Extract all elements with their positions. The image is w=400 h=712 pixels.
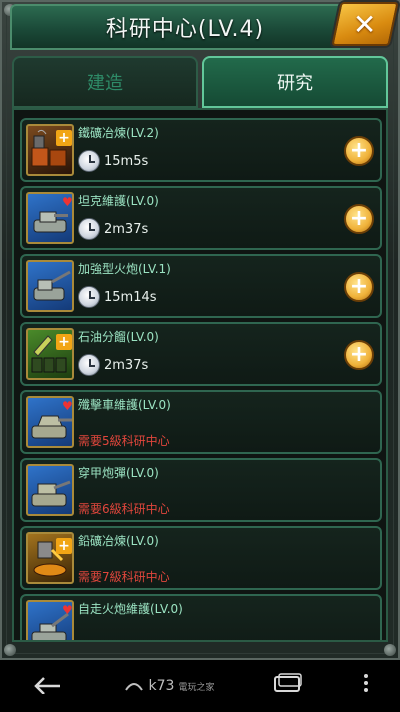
upgrade-plus-icon: + <box>56 538 72 554</box>
research-name: 鉛礦冶煉(LV.0) <box>78 534 159 548</box>
start-research-button[interactable]: + <box>344 204 374 234</box>
research-item[interactable]: + 石油分餾(LV.0) 2m37s + <box>20 322 382 386</box>
research-time: 15m5s <box>104 154 149 169</box>
page-title: 科研中心(LV.4) <box>105 17 265 42</box>
tab-research[interactable]: 研究 <box>202 56 388 108</box>
watermark-text: k73 <box>148 678 175 694</box>
corner-bolt-icon <box>4 644 16 656</box>
research-time: 15m14s <box>104 290 157 305</box>
clock-icon <box>78 354 100 376</box>
android-nav-bar: k73 電玩之家 <box>0 660 400 712</box>
clock-icon <box>78 218 100 240</box>
tank-maintenance-icon: ♥ <box>26 192 74 244</box>
close-button[interactable]: ✕ <box>331 2 399 46</box>
research-name: 穿甲炮彈(LV.0) <box>78 466 159 480</box>
heart-icon: ♥ <box>62 399 73 413</box>
tab-research-label: 研究 <box>277 73 313 94</box>
enhanced-artillery-icon <box>26 260 74 312</box>
tab-build-label: 建造 <box>87 73 123 94</box>
research-item[interactable]: 加強型火炮(LV.1) 15m14s + <box>20 254 382 318</box>
tab-bar: 建造 研究 <box>12 56 388 108</box>
tab-build[interactable]: 建造 <box>12 56 198 108</box>
close-icon: ✕ <box>353 7 377 41</box>
research-item[interactable]: ♥ 自走火炮維護(LV.0) <box>20 594 382 640</box>
clock-icon <box>78 286 100 308</box>
requirement-text: 需要5級科研中心 <box>78 434 170 448</box>
oil-fractionation-icon: + <box>26 328 74 380</box>
menu-dots-icon[interactable] <box>362 672 370 700</box>
clock-icon <box>78 150 100 172</box>
requirement-text: 需要6級科研中心 <box>78 502 170 516</box>
back-arrow-icon[interactable] <box>30 672 64 700</box>
start-research-button[interactable]: + <box>344 136 374 166</box>
requirement-text: 需要7級科研中心 <box>78 570 170 584</box>
start-research-button[interactable]: + <box>344 272 374 302</box>
research-time: 2m37s <box>104 222 149 237</box>
upgrade-plus-icon: + <box>56 334 72 350</box>
research-name: 坦克維護(LV.0) <box>78 194 159 208</box>
watermark-logo: k73 電玩之家 <box>123 678 215 694</box>
research-name: 殲擊車維護(LV.0) <box>78 398 171 412</box>
research-item[interactable]: 穿甲炮彈(LV.0) 需要6級科研中心 <box>20 458 382 522</box>
tank-destroyer-icon: ♥ <box>26 396 74 448</box>
research-item[interactable]: ♥ 坦克維護(LV.0) 2m37s + <box>20 186 382 250</box>
heart-icon: ♥ <box>62 195 73 209</box>
research-name: 鐵礦冶煉(LV.2) <box>78 126 159 140</box>
research-item[interactable]: + 鉛礦冶煉(LV.0) 需要7級科研中心 <box>20 526 382 590</box>
ap-shell-icon <box>26 464 74 516</box>
research-item[interactable]: + 鐵礦冶煉(LV.2) 15m5s + <box>20 118 382 182</box>
start-research-button[interactable]: + <box>344 340 374 370</box>
heart-icon: ♥ <box>62 603 73 617</box>
research-item[interactable]: ♥ 殲擊車維護(LV.0) 需要5級科研中心 <box>20 390 382 454</box>
iron-smelting-icon: + <box>26 124 74 176</box>
research-name: 自走火炮維護(LV.0) <box>78 602 183 616</box>
lead-smelting-icon: + <box>26 532 74 584</box>
corner-bolt-icon <box>384 644 396 656</box>
research-time: 2m37s <box>104 358 149 373</box>
research-list[interactable]: + 鐵礦冶煉(LV.2) 15m5s + ♥ 坦克維護(LV.0) 2m37s … <box>12 108 388 642</box>
self-propelled-gun-icon: ♥ <box>26 600 74 640</box>
upgrade-plus-icon: + <box>56 130 72 146</box>
research-name: 石油分餾(LV.0) <box>78 330 159 344</box>
title-bar: 科研中心(LV.4) <box>10 4 360 50</box>
recents-icon[interactable] <box>273 673 303 699</box>
research-name: 加強型火炮(LV.1) <box>78 262 171 276</box>
watermark-sub: 電玩之家 <box>178 682 215 693</box>
